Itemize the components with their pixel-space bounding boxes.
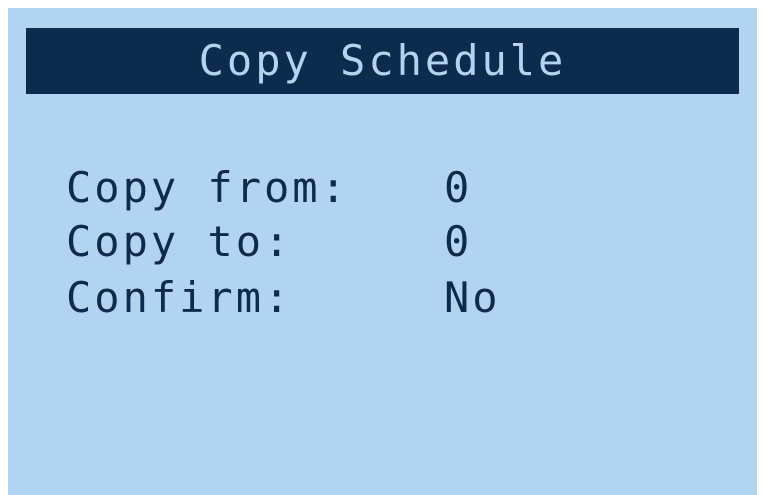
screen-title: Copy Schedule bbox=[198, 36, 567, 85]
copy-to-label: Copy to: bbox=[66, 217, 293, 266]
confirm-row[interactable]: Confirm: No bbox=[66, 270, 498, 326]
copy-to-row[interactable]: Copy to: 0 bbox=[66, 214, 469, 270]
copy-from-row[interactable]: Copy from: 0 bbox=[66, 160, 469, 216]
copy-to-value[interactable]: 0 bbox=[444, 214, 472, 270]
copy-from-value[interactable]: 0 bbox=[444, 160, 472, 216]
confirm-label: Confirm: bbox=[66, 273, 293, 322]
lcd-screen: Copy Schedule Copy from: 0 Copy to: 0 Co… bbox=[8, 8, 757, 495]
confirm-value[interactable]: No bbox=[444, 270, 501, 326]
title-bar: Copy Schedule bbox=[26, 28, 739, 94]
copy-from-label: Copy from: bbox=[66, 163, 349, 212]
